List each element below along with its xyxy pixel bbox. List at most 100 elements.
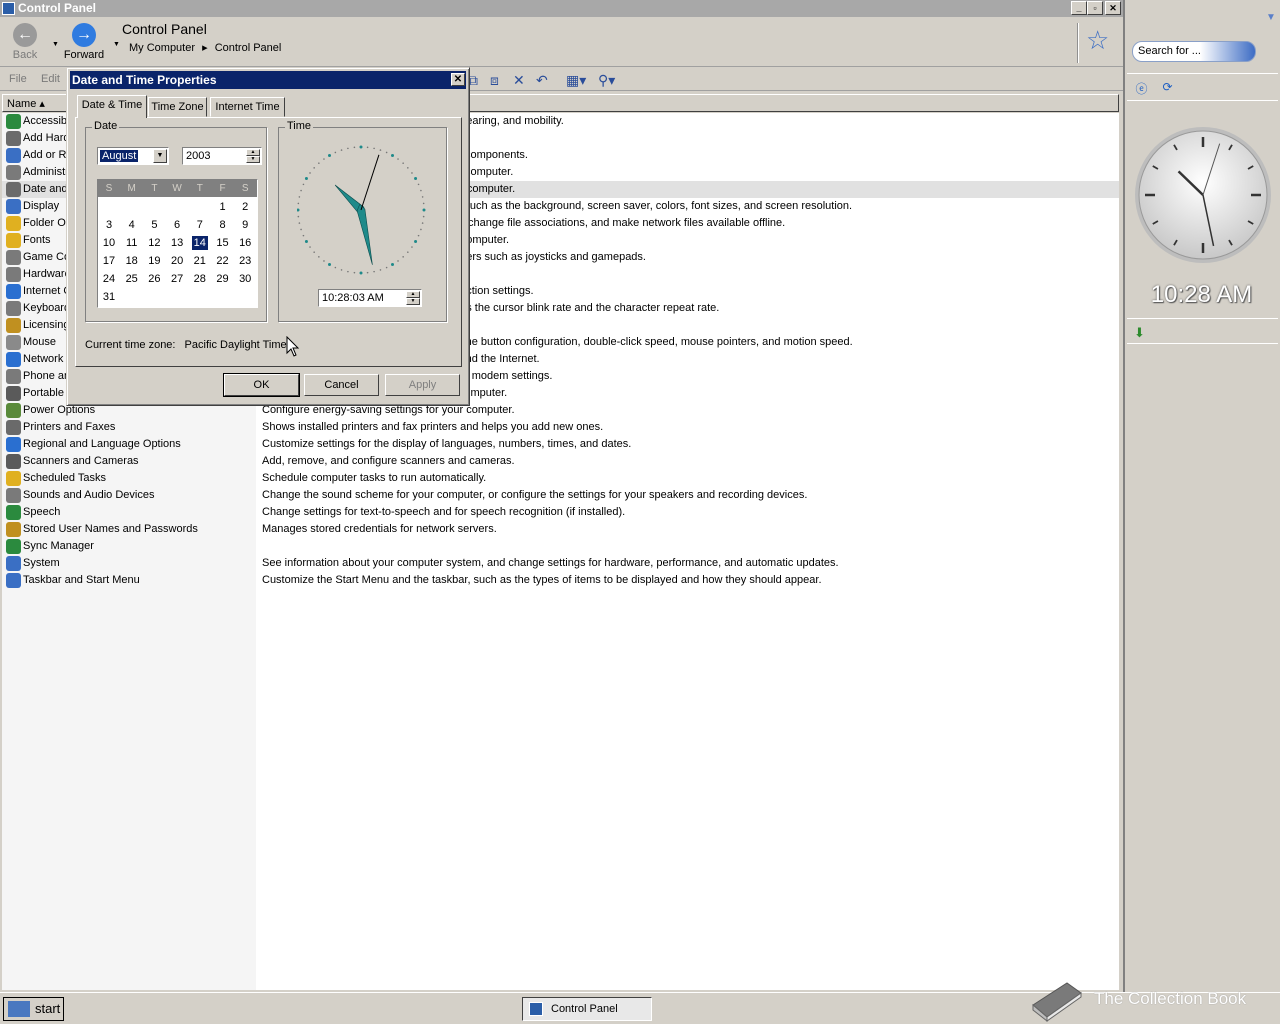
month-select[interactable]: August ▼ xyxy=(97,147,169,165)
calendar-day[interactable]: 9 xyxy=(237,218,253,232)
menu-file[interactable]: File xyxy=(9,73,27,85)
applet-icon xyxy=(6,454,21,469)
applet-icon xyxy=(6,182,21,197)
favorites-star-icon[interactable]: ☆ xyxy=(1086,25,1109,56)
calendar-day[interactable]: 2 xyxy=(237,200,253,214)
spin-up-icon[interactable]: ▲ xyxy=(406,291,420,298)
spin-up-icon[interactable]: ▲ xyxy=(246,149,260,156)
calendar-day[interactable]: 8 xyxy=(215,218,231,232)
list-item[interactable]: Stored User Names and Passwords Manages s… xyxy=(2,521,1119,538)
ok-button[interactable]: OK xyxy=(223,373,300,397)
ie-icon[interactable]: ⓔ xyxy=(1134,80,1149,96)
calendar-day[interactable]: 10 xyxy=(101,236,117,250)
tab-date-time[interactable]: Date & Time xyxy=(77,95,147,118)
calendar-day[interactable]: 4 xyxy=(124,218,140,232)
apply-button[interactable]: Apply xyxy=(385,374,460,396)
list-item-name: Display xyxy=(23,200,60,212)
calendar-day[interactable]: 23 xyxy=(237,254,253,268)
list-item[interactable]: Taskbar and Start Menu Customize the Star… xyxy=(2,572,1119,589)
list-item[interactable]: System See information about your compute… xyxy=(2,555,1119,572)
forward-label: Forward xyxy=(63,49,105,61)
calendar-day[interactable]: 7 xyxy=(192,218,208,232)
column-name-header[interactable]: Name ▴ xyxy=(7,97,45,110)
close-button[interactable]: ✕ xyxy=(1105,1,1121,15)
list-item[interactable]: Sync Manager xyxy=(2,538,1119,555)
weekday-header: T xyxy=(196,183,203,194)
tab-time-zone[interactable]: Time Zone xyxy=(148,97,207,117)
applet-icon xyxy=(6,199,21,214)
breadcrumb-control-panel[interactable]: Control Panel xyxy=(215,42,282,54)
move-to-icon[interactable]: ⧈ xyxy=(490,72,499,89)
calendar-day[interactable]: 5 xyxy=(146,218,162,232)
calendar-day[interactable]: 15 xyxy=(215,236,231,250)
calendar-day[interactable]: 26 xyxy=(146,272,162,286)
delete-icon[interactable]: ✕ xyxy=(513,72,525,89)
calendar-day[interactable]: 18 xyxy=(124,254,140,268)
sidebar-collapse-icon[interactable]: ▼ xyxy=(1266,12,1276,23)
weekday-header: M xyxy=(127,183,136,194)
menu-edit[interactable]: Edit xyxy=(41,73,60,85)
views-icon[interactable]: ▦▾ xyxy=(566,72,586,89)
sidebar-search-input[interactable]: Search for ... xyxy=(1132,41,1256,62)
calendar-day[interactable]: 25 xyxy=(124,272,140,286)
minimize-button[interactable]: _ xyxy=(1071,1,1087,15)
list-item[interactable]: Scheduled Tasks Schedule computer tasks t… xyxy=(2,470,1119,487)
calendar-day[interactable]: 29 xyxy=(215,272,231,286)
breadcrumb-my-computer[interactable]: My Computer xyxy=(129,42,195,54)
date-group-label: Date xyxy=(92,120,120,132)
time-spinner[interactable]: 10:28:03 AM ▲ ▼ xyxy=(318,289,422,307)
list-item[interactable]: Speech Change settings for text-to-speech… xyxy=(2,504,1119,521)
calendar-day[interactable]: 20 xyxy=(169,254,185,268)
list-item[interactable]: Sounds and Audio Devices Change the sound… xyxy=(2,487,1119,504)
calendar-day[interactable]: 13 xyxy=(169,236,185,250)
calendar-day[interactable]: 1 xyxy=(215,200,231,214)
restore-button[interactable]: ▫ xyxy=(1087,1,1103,15)
chevron-down-icon[interactable]: ▼ xyxy=(153,149,167,163)
calendar-day[interactable]: 19 xyxy=(146,254,162,268)
back-dropdown-icon[interactable]: ▼ xyxy=(52,41,59,48)
calendar-day[interactable]: 22 xyxy=(215,254,231,268)
dialog-title: Date and Time Properties xyxy=(72,73,217,87)
list-item[interactable]: Printers and Faxes Shows installed printe… xyxy=(2,419,1119,436)
refresh-icon[interactable]: ⟳ xyxy=(1160,80,1175,95)
year-spinner[interactable]: 2003 ▲ ▼ xyxy=(182,147,262,165)
calendar-day[interactable]: 28 xyxy=(192,272,208,286)
calendar-day[interactable]: 11 xyxy=(124,236,140,250)
calendar-day[interactable]: 3 xyxy=(101,218,117,232)
gadget-icon[interactable]: ⬇ xyxy=(1134,325,1145,341)
applet-icon xyxy=(6,403,21,418)
undo-icon[interactable]: ↶ xyxy=(536,72,548,89)
windows-logo-icon xyxy=(8,1001,30,1017)
sidebar-divider xyxy=(1127,100,1278,101)
applet-icon xyxy=(6,522,21,537)
back-button[interactable]: ← Back xyxy=(2,23,48,65)
list-item[interactable]: Regional and Language Options Customize s… xyxy=(2,436,1119,453)
time-spin-buttons: ▲ ▼ xyxy=(406,291,420,305)
spin-down-icon[interactable]: ▼ xyxy=(246,156,260,163)
calendar-day[interactable]: 16 xyxy=(237,236,253,250)
calendar-day[interactable]: 21 xyxy=(192,254,208,268)
calendar-day[interactable]: 14 xyxy=(191,236,208,250)
search-icon[interactable]: ⚲▾ xyxy=(598,72,615,89)
calendar-day[interactable]: 27 xyxy=(169,272,185,286)
dialog-title-bar[interactable]: Date and Time Properties ✕ xyxy=(70,71,466,89)
calendar-day[interactable]: 17 xyxy=(101,254,117,268)
forward-dropdown-icon[interactable]: ▼ xyxy=(113,41,120,48)
start-button[interactable]: start xyxy=(3,997,64,1021)
list-item[interactable]: Scanners and Cameras Add, remove, and con… xyxy=(2,453,1119,470)
window-title-bar[interactable]: Control Panel _ ▫ ✕ xyxy=(0,0,1123,17)
applet-icon xyxy=(6,335,21,350)
calendar-day[interactable]: 31 xyxy=(101,290,117,304)
calendar-day[interactable]: 30 xyxy=(237,272,253,286)
calendar-day[interactable]: 6 xyxy=(169,218,185,232)
spin-down-icon[interactable]: ▼ xyxy=(406,298,420,305)
tab-internet-time[interactable]: Internet Time xyxy=(210,97,285,117)
cancel-button[interactable]: Cancel xyxy=(304,374,379,396)
calendar-day[interactable]: 24 xyxy=(101,272,117,286)
dialog-close-button[interactable]: ✕ xyxy=(451,73,465,86)
navigation-bar: ← Back ▼ → Forward ▼ Control Panel My Co… xyxy=(0,17,1123,67)
taskbar-control-panel[interactable]: Control Panel xyxy=(522,997,652,1021)
list-item-name: Taskbar and Start Menu xyxy=(23,574,140,586)
forward-button[interactable]: → Forward xyxy=(61,23,107,65)
calendar-day[interactable]: 12 xyxy=(146,236,162,250)
